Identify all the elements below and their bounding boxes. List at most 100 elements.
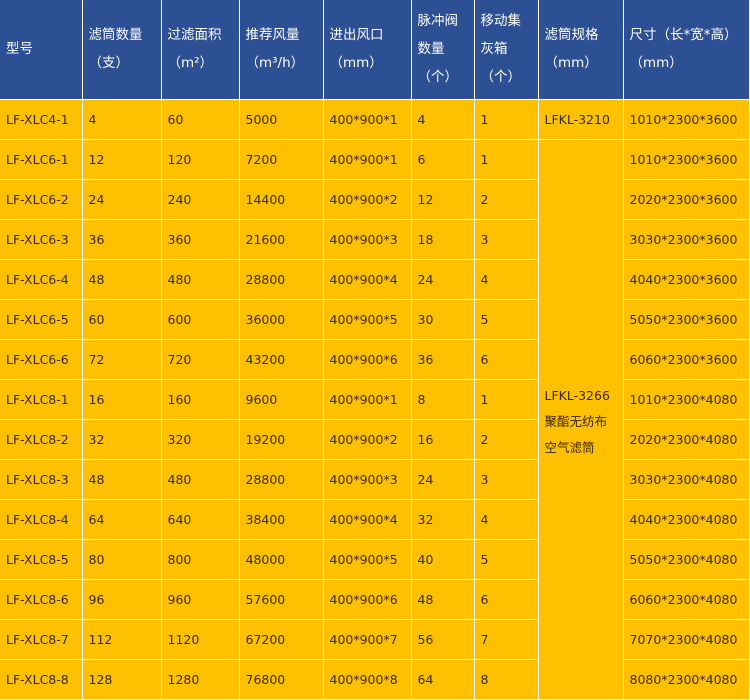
cell-valves: 40 (411, 539, 475, 580)
cell-area: 800 (161, 539, 240, 580)
cell-airflow: 36000 (239, 299, 324, 340)
table-row: LF-XLC6-5 60 600 36000 400*900*5 30 5 5050*2300… (0, 299, 749, 340)
spec-line: 空气滤筒 (544, 440, 595, 455)
table-row: LF-XLC6-6 72 720 43200 400*900*6 36 6 6060*2300… (0, 339, 749, 380)
header-line: （mm） (329, 55, 383, 72)
cell-airflow: 7200 (239, 139, 324, 180)
header-line: 灰箱 (480, 41, 508, 58)
cell-cartridges: 16 (82, 379, 162, 420)
header-cartridge-spec: 滤筒规格 （mm） (538, 0, 624, 100)
cell-inlet: 400*900*1 (323, 379, 412, 420)
cell-cartridges: 60 (82, 299, 162, 340)
cell-inlet: 400*900*7 (323, 619, 412, 660)
cell-dimensions: 6060*2300*3600 (623, 339, 749, 380)
cell-dimensions: 1010*2300*4080 (623, 379, 749, 420)
header-line: （个） (417, 69, 459, 86)
cell-cartridges: 48 (82, 259, 162, 300)
cell-cartridges: 24 (82, 179, 162, 220)
header-inlet-outlet: 进出风口 （mm） (323, 0, 412, 100)
cell-airflow: 28800 (239, 259, 324, 300)
cell-boxes: 8 (474, 659, 539, 700)
cell-boxes: 1 (474, 139, 539, 180)
header-line: 数量 (417, 41, 445, 58)
cell-model: LF-XLC8-4 (0, 499, 83, 540)
cell-area: 600 (161, 299, 240, 340)
cell-spec-merged: LFKL-3266 聚酯无纺布空气滤筒 (538, 139, 624, 700)
header-dust-boxes: 移动集 灰箱 （个） (474, 0, 539, 100)
cell-airflow: 76800 (239, 659, 324, 700)
cell-inlet: 400*900*5 (323, 299, 412, 340)
cell-cartridges: 72 (82, 339, 162, 380)
cell-boxes: 5 (474, 539, 539, 580)
table-row: LF-XLC8-8 128 1280 76800 400*900*8 64 8 8080*23… (0, 659, 749, 700)
cell-airflow: 28800 (239, 459, 324, 500)
cell-model: LF-XLC6-5 (0, 299, 83, 340)
cell-inlet: 400*900*1 (323, 99, 412, 140)
cell-inlet: 400*900*4 (323, 499, 412, 540)
cell-valves: 24 (411, 259, 475, 300)
cell-boxes: 2 (474, 179, 539, 220)
table-row: LF-XLC6-2 24 240 14400 400*900*2 12 2 2020*2300… (0, 179, 749, 220)
cell-boxes: 4 (474, 259, 539, 300)
cell-dimensions: 8080*2300*4080 (623, 659, 749, 700)
cell-valves: 12 (411, 179, 475, 220)
cell-dimensions: 7070*2300*4080 (623, 619, 749, 660)
cell-dimensions: 5050*2300*3600 (623, 299, 749, 340)
cell-valves: 64 (411, 659, 475, 700)
cell-inlet: 400*900*1 (323, 139, 412, 180)
cell-airflow: 19200 (239, 419, 324, 460)
header-line: （mm） (544, 55, 598, 72)
cell-area: 1120 (161, 619, 240, 660)
table-body: LF-XLC4-1 4 60 5000 400*900*1 4 1 LFKL-3210 1010… (0, 99, 749, 700)
cell-valves: 4 (411, 99, 475, 140)
spec-line: 聚酯无纺布 (544, 414, 608, 429)
table-row: LF-XLC8-5 80 800 48000 400*900*5 40 5 5050*2300… (0, 539, 749, 580)
cell-inlet: 400*900*5 (323, 539, 412, 580)
cell-boxes: 6 (474, 339, 539, 380)
cell-cartridges: 80 (82, 539, 162, 580)
cell-dimensions: 2020*2300*3600 (623, 179, 749, 220)
header-line: 滤筒数量 (88, 27, 143, 44)
table-row: LF-XLC8-4 64 640 38400 400*900*4 32 4 4040*2300… (0, 499, 749, 540)
header-line: 过滤面积 (167, 27, 222, 44)
cell-cartridges: 64 (82, 499, 162, 540)
header-line: （m²） (167, 55, 214, 72)
cell-dimensions: 3030*2300*4080 (623, 459, 749, 500)
cell-valves: 32 (411, 499, 475, 540)
cell-airflow: 5000 (239, 99, 324, 140)
cell-model: LF-XLC8-2 (0, 419, 83, 460)
cell-inlet: 400*900*3 (323, 219, 412, 260)
cell-valves: 8 (411, 379, 475, 420)
cell-model: LF-XLC8-7 (0, 619, 83, 660)
cell-cartridges: 12 (82, 139, 162, 180)
header-filter-area: 过滤面积 （m²） (161, 0, 240, 100)
header-line: 移动集 (480, 13, 522, 30)
cell-area: 640 (161, 499, 240, 540)
header-line: 推荐风量 (245, 27, 300, 44)
header-line: 尺寸（长*宽*高） (629, 27, 738, 44)
table-header: 型号 滤筒数量 （支） 过滤面积 （m²） 推荐风量 （m³/h） 进出风口 （mm） 脉冲阀 数量… (0, 0, 749, 100)
header-line: （m³/h） (245, 55, 305, 72)
cell-cartridges: 36 (82, 219, 162, 260)
cell-model: LF-XLC8-6 (0, 579, 83, 620)
cell-boxes: 2 (474, 419, 539, 460)
cell-area: 60 (161, 99, 240, 140)
cell-airflow: 57600 (239, 579, 324, 620)
cell-dimensions: 5050*2300*4080 (623, 539, 749, 580)
cell-boxes: 4 (474, 499, 539, 540)
header-cartridge-count: 滤筒数量 （支） (82, 0, 162, 100)
cell-dimensions: 1010*2300*3600 (623, 99, 749, 140)
cell-model: LF-XLC6-2 (0, 179, 83, 220)
cell-inlet: 400*900*6 (323, 579, 412, 620)
cell-area: 320 (161, 419, 240, 460)
header-dimensions: 尺寸（长*宽*高） （mm） (623, 0, 749, 100)
spec-line: LFKL-3266 (544, 388, 610, 403)
cell-cartridges: 96 (82, 579, 162, 620)
table-row: LF-XLC6-1 12 120 7200 400*900*1 6 1 LFKL-3266 聚酯… (0, 139, 749, 700)
cell-area: 960 (161, 579, 240, 620)
cell-boxes: 6 (474, 579, 539, 620)
cell-airflow: 67200 (239, 619, 324, 660)
table-row: LF-XLC6-3 36 360 21600 400*900*3 18 3 3030*2300… (0, 219, 749, 260)
cell-valves: 30 (411, 299, 475, 340)
cell-valves: 56 (411, 619, 475, 660)
